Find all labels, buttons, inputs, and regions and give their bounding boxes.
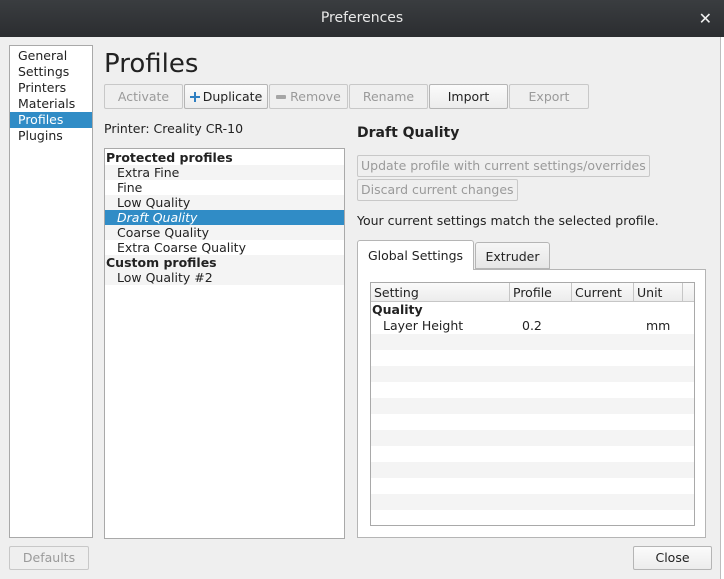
empty-row: [371, 334, 694, 350]
setting-profile-value: 0.2: [522, 318, 542, 333]
tab-panel: Setting Profile Current Unit Quality Lay…: [357, 269, 706, 538]
custom-profiles-header: Custom profiles: [105, 255, 344, 270]
profile-status-text: Your current settings match the selected…: [357, 213, 659, 228]
title-bar: Preferences ✕: [0, 0, 724, 37]
background-window-edge: [720, 37, 724, 579]
empty-row: [371, 478, 694, 494]
empty-row: [371, 510, 694, 525]
page-title: Profiles: [104, 49, 199, 79]
duplicate-button[interactable]: Duplicate: [184, 84, 268, 109]
empty-row: [371, 494, 694, 510]
duplicate-label: Duplicate: [202, 89, 263, 104]
minus-icon: [276, 95, 287, 99]
list-item[interactable]: Extra Fine: [105, 165, 344, 180]
preferences-sidebar: General Settings Printers Materials Prof…: [9, 45, 93, 538]
sidebar-item-printers[interactable]: Printers: [10, 80, 92, 96]
list-item[interactable]: Low Quality: [105, 195, 344, 210]
empty-row: [371, 446, 694, 462]
activate-button[interactable]: Activate: [104, 84, 183, 109]
window-title: Preferences: [320, 10, 404, 26]
printer-label: Printer: Creality CR-10: [104, 121, 244, 136]
empty-row: [371, 350, 694, 366]
close-button[interactable]: Close: [633, 546, 712, 570]
profile-detail-title: Draft Quality: [357, 125, 460, 141]
table-row[interactable]: Layer Height 0.2 mm: [371, 318, 694, 334]
column-header-unit[interactable]: Unit: [634, 283, 683, 302]
defaults-button[interactable]: Defaults: [9, 546, 89, 570]
profile-list: Protected profiles Extra Fine Fine Low Q…: [104, 148, 345, 539]
update-profile-button[interactable]: Update profile with current settings/ove…: [357, 155, 650, 177]
remove-button[interactable]: Remove: [269, 84, 348, 109]
sidebar-item-general[interactable]: General: [10, 48, 92, 64]
table-header: Setting Profile Current Unit: [371, 283, 694, 302]
table-group-row: Quality: [371, 302, 694, 318]
sidebar-item-profiles[interactable]: Profiles: [10, 112, 92, 128]
discard-changes-button[interactable]: Discard current changes: [357, 179, 518, 201]
protected-profiles-header: Protected profiles: [106, 150, 233, 165]
empty-row: [371, 462, 694, 478]
setting-unit: mm: [646, 318, 671, 333]
settings-table: Setting Profile Current Unit Quality Lay…: [370, 282, 695, 526]
list-item[interactable]: Low Quality #2: [105, 270, 344, 285]
plus-icon: [189, 92, 200, 102]
rename-button[interactable]: Rename: [349, 84, 428, 109]
list-item[interactable]: Extra Coarse Quality: [105, 240, 344, 255]
remove-label: Remove: [290, 89, 341, 104]
list-item-selected[interactable]: Draft Quality: [105, 210, 344, 225]
list-item[interactable]: Fine: [105, 180, 344, 195]
empty-row: [371, 398, 694, 414]
empty-row: [371, 366, 694, 382]
tab-global-settings[interactable]: Global Settings: [357, 240, 474, 270]
tab-extruder[interactable]: Extruder: [475, 242, 550, 269]
sidebar-item-materials[interactable]: Materials: [10, 96, 92, 112]
import-button[interactable]: Import: [429, 84, 508, 109]
list-item[interactable]: Coarse Quality: [105, 225, 344, 240]
close-icon[interactable]: ✕: [699, 0, 712, 37]
empty-row: [371, 430, 694, 446]
setting-name: Layer Height: [383, 318, 464, 333]
column-header-profile[interactable]: Profile: [510, 283, 572, 302]
column-header-current[interactable]: Current: [572, 283, 634, 302]
column-header-setting[interactable]: Setting: [371, 283, 510, 302]
export-button[interactable]: Export: [509, 84, 589, 109]
group-label: Quality: [372, 302, 423, 317]
empty-row: [371, 414, 694, 430]
sidebar-item-plugins[interactable]: Plugins: [10, 128, 92, 144]
empty-row: [371, 382, 694, 398]
sidebar-item-settings[interactable]: Settings: [10, 64, 92, 80]
